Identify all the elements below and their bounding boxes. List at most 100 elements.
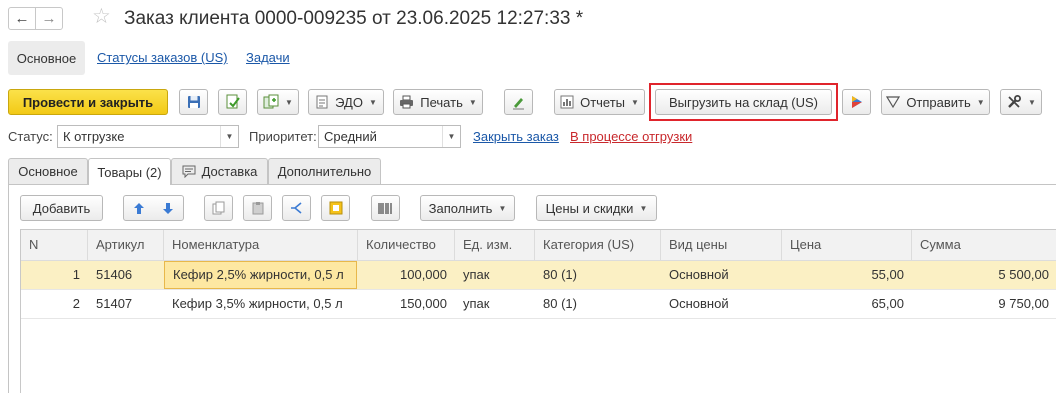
post-button[interactable] [218,89,247,115]
arrow-left-icon: ← [14,10,30,27]
status-value: К отгрузке [63,129,125,144]
reports-label: Отчеты [580,94,626,110]
dropdown-arrow-icon[interactable]: ▼ [220,126,238,147]
cell-price[interactable]: 55,00 [782,261,912,289]
chevron-down-icon: ▼ [639,203,648,213]
column-header-qty[interactable]: Количество [358,230,455,260]
cell-unit[interactable]: упак [455,261,535,289]
column-header-category[interactable]: Категория (US) [535,230,661,260]
prices-discounts-label: Цены и скидки [545,200,634,216]
tab-main[interactable]: Основное [8,158,88,184]
add-row-button[interactable]: Добавить [20,195,103,221]
status-field[interactable]: К отгрузке ▼ [57,125,239,148]
reports-icon [560,95,574,109]
chevron-down-icon: ▼ [285,97,293,107]
paste-row-button[interactable] [243,195,272,221]
save-button[interactable] [179,89,208,115]
cell-sum[interactable]: 9 750,00 [912,290,1056,318]
section-main[interactable]: Основное [8,41,85,75]
split-icon [290,202,302,214]
cell-n: 1 [72,267,80,282]
create-based-on-icon [263,94,279,109]
cell-name[interactable]: Кефир 2,5% жирности, 0,5 л [164,261,357,289]
cell-price-type[interactable]: Основной [661,261,782,289]
edo-icon [315,95,329,109]
section-order-statuses-link[interactable]: Статусы заказов (US) [97,50,228,65]
post-and-close-button[interactable]: Провести и закрыть [8,89,168,115]
forward-button[interactable]: → [35,7,63,30]
table-row[interactable]: 2 51407 Кефир 3,5% жирности, 0,5 л 150,0… [21,290,1056,319]
goods-table[interactable]: N Артикул Номенклатура Количество Ед. из… [20,229,1056,393]
cell-category[interactable]: 80 (1) [535,261,661,289]
cell-category[interactable]: 80 (1) [535,290,661,318]
fill-button[interactable]: Заполнить ▼ [420,195,515,221]
cell-name[interactable]: Кефир 3,5% жирности, 0,5 л [164,290,358,318]
media-action-button[interactable] [842,89,871,115]
reports-button[interactable]: Отчеты ▼ [554,89,645,115]
comment-icon [182,165,196,178]
cell-price[interactable]: 65,00 [782,290,912,318]
cell-sum[interactable]: 5 500,00 [912,261,1056,289]
arrow-up-icon[interactable] [133,202,145,215]
panel-border [8,184,9,393]
priority-field[interactable]: Средний ▼ [318,125,461,148]
cell-qty[interactable]: 100,000 [358,261,455,289]
column-header-n[interactable]: N [21,230,88,260]
prices-discounts-button[interactable]: Цены и скидки ▼ [536,195,657,221]
export-to-warehouse-button[interactable]: Выгрузить на склад (US) [655,89,832,115]
chevron-down-icon: ▼ [468,97,477,107]
arrow-down-icon[interactable] [162,202,174,215]
section-tasks-link[interactable]: Задачи [246,50,290,65]
copy-icon [212,201,224,215]
pick-goods-icon [329,201,342,215]
tab-additional[interactable]: Дополнительно [268,158,381,184]
barcode-button[interactable] [371,195,400,221]
fill-label: Заполнить [428,200,493,216]
cell-qty[interactable]: 150,000 [358,290,455,318]
column-header-sku[interactable]: Артикул [88,230,164,260]
chevron-down-icon: ▼ [368,97,377,107]
copy-row-button[interactable] [204,195,233,221]
chevron-down-icon: ▼ [976,97,985,107]
send-button[interactable]: Отправить ▼ [881,89,990,115]
column-header-price[interactable]: Цена [782,230,912,260]
column-header-sum[interactable]: Сумма [912,230,1056,260]
chevron-down-icon: ▼ [631,97,639,107]
send-icon [886,95,901,109]
print-button[interactable]: Печать ▼ [393,89,483,115]
chevron-down-icon: ▼ [1028,97,1036,107]
sign-button[interactable] [504,89,533,115]
back-button[interactable]: ← [8,7,36,30]
dropdown-arrow-icon[interactable]: ▼ [442,126,460,147]
edo-button[interactable]: ЭДО ▼ [308,89,384,115]
close-order-link[interactable]: Закрыть заказ [473,129,559,144]
barcode-icon [378,202,392,214]
priority-value: Средний [324,129,377,144]
page-title: Заказ клиента 0000-009235 от 23.06.2025 … [124,8,584,29]
play-colored-icon [851,96,862,108]
cell-sku[interactable]: 51407 [88,290,164,318]
floppy-disk-icon [187,96,200,108]
tab-delivery-label: Доставка [201,164,258,179]
edo-label: ЭДО [335,94,363,110]
column-header-name[interactable]: Номенклатура [164,230,358,260]
column-header-price-type[interactable]: Вид цены [661,230,782,260]
table-row[interactable]: 1 51406 Кефир 2,5% жирности, 0,5 л 100,0… [21,261,1056,290]
move-row-buttons[interactable] [123,195,184,221]
priority-label: Приоритет: [249,129,317,144]
paste-icon [252,202,263,215]
chevron-down-icon: ▼ [498,203,507,213]
cell-unit[interactable]: упак [455,290,535,318]
more-actions-button[interactable]: ▼ [1000,89,1042,115]
tab-goods[interactable]: Товары (2) [88,158,171,185]
post-document-icon [226,94,240,109]
select-goods-button[interactable] [321,195,350,221]
split-row-button[interactable] [282,195,311,221]
favorite-star-icon[interactable]: ☆ [92,6,111,27]
column-header-unit[interactable]: Ед. изм. [455,230,535,260]
cell-price-type[interactable]: Основной [661,290,782,318]
tab-delivery[interactable]: Доставка [171,158,268,184]
cell-sku[interactable]: 51406 [88,261,164,289]
shipping-state-link[interactable]: В процессе отгрузки [570,129,692,144]
create-based-on-button[interactable]: ▼ [257,89,299,115]
